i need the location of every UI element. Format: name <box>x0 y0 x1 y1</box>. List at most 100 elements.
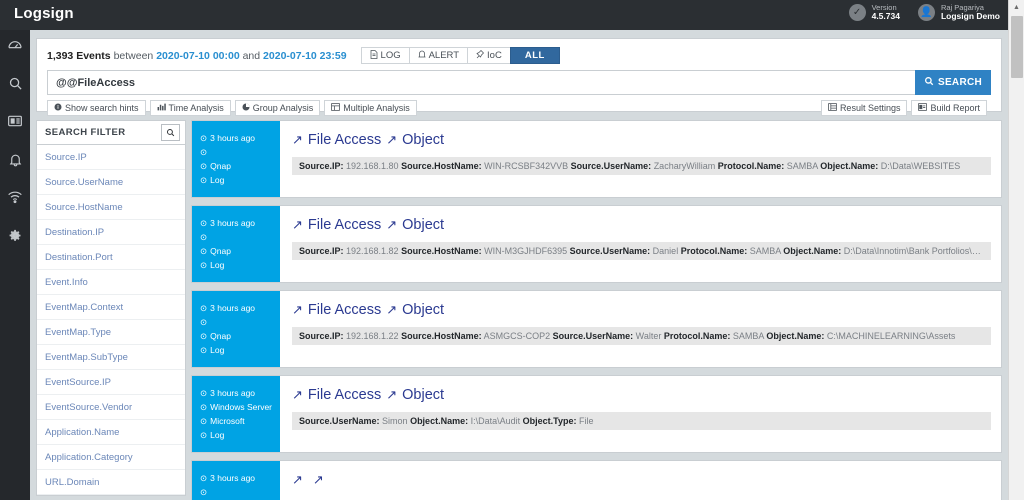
filter-item-eventsource-ip[interactable]: EventSource.IP <box>37 370 185 395</box>
event-meta-label: Microsoft <box>210 416 245 427</box>
event-card-title[interactable]: ↗ File Access ↗ Object <box>292 132 991 148</box>
arrow-icon: ↗ <box>386 217 398 233</box>
event-meta-time: ⊙ 3 hours ago <box>200 471 280 485</box>
tab-ioc[interactable]: IoC <box>467 47 511 64</box>
event-card-title[interactable]: ↗ File Access ↗ Object <box>292 387 991 403</box>
event-meta-time: ⊙ 3 hours ago <box>200 301 280 315</box>
filter-item-eventmap-type[interactable]: EventMap.Type <box>37 320 185 345</box>
arrow-icon: ↗ <box>292 472 303 488</box>
event-card-title[interactable]: ↗ File Access ↗ Object <box>292 217 991 233</box>
event-title-primary: File Access <box>307 217 382 234</box>
tab-alert[interactable]: ALERT <box>408 47 469 64</box>
event-meta-label: 3 hours ago <box>210 218 256 229</box>
version-info: ✓ Version 4.5.734 <box>848 3 900 22</box>
filter-item-source-username[interactable]: Source.UserName <box>37 170 185 195</box>
field-key: Object.Name: <box>820 161 879 171</box>
field-key: Protocol.Name: <box>717 161 785 171</box>
event-meta-type: ⊙ Log <box>200 258 280 272</box>
bell-icon[interactable] <box>4 148 26 170</box>
event-meta-label: 3 hours ago <box>210 303 256 314</box>
filter-item-label: Source.UserName <box>45 176 124 188</box>
filter-item-source-hostname[interactable]: Source.HostName <box>37 195 185 220</box>
filter-item-destination-ip[interactable]: Destination.IP <box>37 220 185 245</box>
filter-item-label: EventSource.Vendor <box>45 401 133 413</box>
event-card[interactable]: ⊙ 3 hours ago ⊙ ⊙ Qnap ⊙ Log ↗ File Access ↗ Objec… <box>191 120 1002 199</box>
event-meta-label: Qnap <box>210 331 231 342</box>
event-card-meta: ⊙ 3 hours ago ⊙ ⊙ Qnap ⊙ Log <box>192 206 280 283</box>
bullet-icon: ⊙ <box>200 473 208 484</box>
scrollbar-thumb[interactable] <box>1011 16 1023 78</box>
field-key: Source.IP: <box>299 331 344 342</box>
event-card[interactable]: ⊙ 3 hours ago ⊙ ⊙ Qnap ⊙ Log ↗ File Access ↗ Objec… <box>191 290 1002 369</box>
filter-item-destination-port[interactable]: Destination.Port <box>37 245 185 270</box>
arrow-icon: ↗ <box>292 302 303 318</box>
time-analysis-button[interactable]: Time Analysis <box>149 100 231 116</box>
time-analysis-label: Time Analysis <box>168 103 224 113</box>
filter-item-eventsource-vendor[interactable]: EventSource.Vendor <box>37 395 185 420</box>
filter-item-url-domain[interactable]: URL.Domain <box>37 470 185 495</box>
multiple-analysis-label: Multiple Analysis <box>343 103 410 113</box>
tab-log[interactable]: LOG <box>360 47 410 64</box>
result-settings-button[interactable]: Result Settings <box>820 100 908 116</box>
group-analysis-button[interactable]: Group Analysis <box>234 100 321 116</box>
scroll-up-icon[interactable]: ▲ <box>1009 0 1024 15</box>
search-button[interactable]: SEARCH <box>915 70 991 95</box>
event-card-title[interactable]: ↗ ↗ <box>292 472 991 488</box>
filter-item-label: Destination.IP <box>45 226 105 238</box>
field-key: Object.Name: <box>410 416 469 427</box>
filter-item-label: Source.IP <box>45 151 87 163</box>
event-title-primary: File Access <box>307 302 382 319</box>
filter-item-label: EventMap.Context <box>45 301 124 313</box>
filter-item-source-ip[interactable]: Source.IP <box>37 145 185 170</box>
event-card[interactable]: ⊙3 hours ago⊙⊙⊙↗↗ <box>191 460 1002 500</box>
event-meta-vendor: ⊙ Qnap <box>200 329 280 343</box>
multiple-analysis-button[interactable]: Multiple Analysis <box>324 100 417 116</box>
vertical-scrollbar[interactable]: ▲ <box>1008 0 1024 500</box>
dashboard-icon[interactable] <box>4 34 26 56</box>
report-icon[interactable] <box>4 110 26 132</box>
event-meta-label: Qnap <box>210 246 231 257</box>
filter-search-icon[interactable] <box>161 124 180 141</box>
filter-item-event-info[interactable]: Event.Info <box>37 270 185 295</box>
wifi-icon[interactable] <box>4 186 26 208</box>
field-value: Daniel <box>650 246 681 257</box>
bullet-icon: ⊙ <box>200 345 208 356</box>
filter-item-eventmap-subtype[interactable]: EventMap.SubType <box>37 345 185 370</box>
search-icon <box>924 76 934 89</box>
event-meta-label: Log <box>210 430 225 441</box>
date-from[interactable]: 2020-07-10 00:00 <box>156 50 239 62</box>
event-card[interactable]: ⊙ 3 hours ago ⊙ ⊙ Qnap ⊙ Log ↗ File Access ↗ Objec… <box>191 205 1002 284</box>
search-card: 1,393 Events between 2020-07-10 00:00 an… <box>36 38 1002 116</box>
field-value: C:\MACHINELEARNING\Assets <box>824 331 956 342</box>
bullet-icon: ⊙ <box>200 430 208 441</box>
filter-item-application-name[interactable]: Application.Name <box>37 420 185 445</box>
search-icon[interactable] <box>4 72 26 94</box>
tab-all-label: ALL <box>524 50 545 61</box>
report-icon <box>918 103 928 113</box>
bullet-icon: ⊙ <box>200 317 208 328</box>
search-input[interactable]: @@FileAccess <box>47 70 915 95</box>
document-icon <box>370 49 378 62</box>
tab-all[interactable]: ALL <box>509 47 560 64</box>
filter-item-label: Application.Category <box>45 451 133 463</box>
filter-item-application-category[interactable]: Application.Category <box>37 445 185 470</box>
show-search-hints-button[interactable]: Show search hints <box>47 100 146 116</box>
event-meta-type: ⊙ Log <box>200 173 280 187</box>
event-card[interactable]: ⊙ 3 hours ago ⊙ Windows Server ⊙ Microsoft ⊙ Lo… <box>191 375 1002 454</box>
event-meta-label: Log <box>210 175 225 186</box>
event-card-meta: ⊙ 3 hours ago ⊙ ⊙ Qnap ⊙ Log <box>192 291 280 368</box>
bullet-icon: ⊙ <box>200 218 208 229</box>
user-menu[interactable]: 👤 Raj Pagariya Logsign Demo <box>917 3 1000 22</box>
field-value: 192.168.1.82 <box>343 246 402 257</box>
event-meta-line2: ⊙ <box>200 315 280 329</box>
gear-icon[interactable] <box>4 224 26 246</box>
build-report-label: Build Report <box>930 103 980 113</box>
field-value: SAMBA <box>730 331 767 342</box>
event-card-title[interactable]: ↗ File Access ↗ Object <box>292 302 991 318</box>
date-to[interactable]: 2020-07-10 23:59 <box>263 50 346 62</box>
top-bar-right: ✓ Version 4.5.734 👤 Raj Pagariya Logsign… <box>848 3 1000 22</box>
build-report-button[interactable]: Build Report <box>911 100 987 116</box>
filter-item-eventmap-context[interactable]: EventMap.Context <box>37 295 185 320</box>
arrow-icon: ↗ <box>312 472 324 488</box>
tab-ioc-label: IoC <box>487 50 502 61</box>
